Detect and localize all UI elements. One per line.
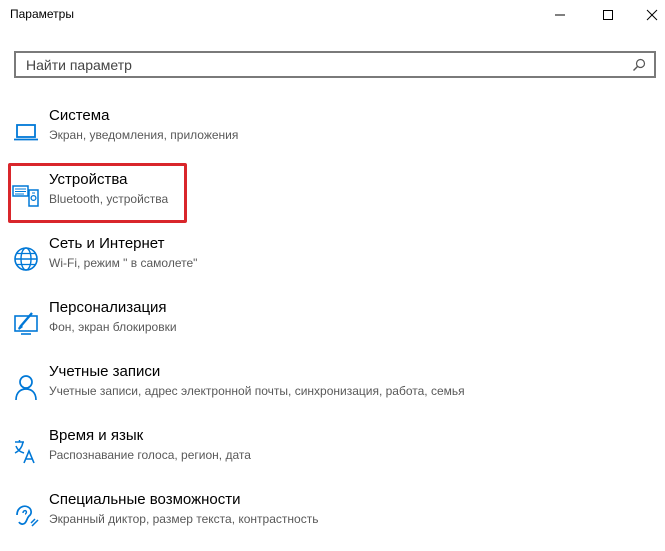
settings-item-subtitle: Учетные записи, адрес электронной почты,… <box>49 384 465 398</box>
globe-icon <box>14 247 38 271</box>
close-icon <box>646 9 658 21</box>
settings-item-title: Время и язык <box>49 427 144 444</box>
settings-item-subtitle: Фон, экран блокировки <box>49 320 177 334</box>
settings-item-title: Сеть и Интернет <box>49 235 165 252</box>
laptop-icon <box>14 124 38 141</box>
minimize-button[interactable] <box>537 0 583 30</box>
settings-item-subtitle: Wi-Fi, режим " в самолете" <box>49 256 198 270</box>
settings-item-subtitle: Экран, уведомления, приложения <box>49 128 239 142</box>
settings-item-network[interactable]: Сеть и Интернет Wi-Fi, режим " в самолет… <box>8 235 508 295</box>
settings-item-time-language[interactable]: Время и язык Распознавание голоса, регио… <box>8 427 508 487</box>
settings-item-personalization[interactable]: Персонализация Фон, экран блокировки <box>8 299 508 359</box>
search-input[interactable]: Найти параметр <box>14 51 656 78</box>
window-title: Параметры <box>10 7 74 21</box>
accessibility-icon <box>16 505 39 527</box>
settings-item-title: Система <box>49 107 110 124</box>
settings-item-title: Учетные записи <box>49 363 161 380</box>
highlight-frame <box>8 163 187 223</box>
settings-item-title: Персонализация <box>49 299 167 316</box>
personalization-icon <box>14 312 38 335</box>
person-icon <box>15 375 37 401</box>
close-button[interactable] <box>629 0 665 30</box>
maximize-button[interactable] <box>585 0 631 30</box>
title-bar: Параметры <box>0 0 665 30</box>
time-language-icon <box>14 440 35 464</box>
maximize-icon <box>603 10 613 20</box>
settings-item-system[interactable]: Система Экран, уведомления, приложения <box>8 107 508 167</box>
settings-item-subtitle: Распознавание голоса, регион, дата <box>49 448 251 462</box>
minimize-icon <box>555 14 565 16</box>
search-placeholder: Найти параметр <box>26 57 132 73</box>
settings-item-subtitle: Экранный диктор, размер текста, контраст… <box>49 512 319 526</box>
settings-item-accounts[interactable]: Учетные записи Учетные записи, адрес эле… <box>8 363 508 423</box>
search-icon[interactable] <box>632 58 646 72</box>
settings-item-title: Специальные возможности <box>49 491 241 508</box>
settings-item-accessibility[interactable]: Специальные возможности Экранный диктор,… <box>8 491 508 551</box>
